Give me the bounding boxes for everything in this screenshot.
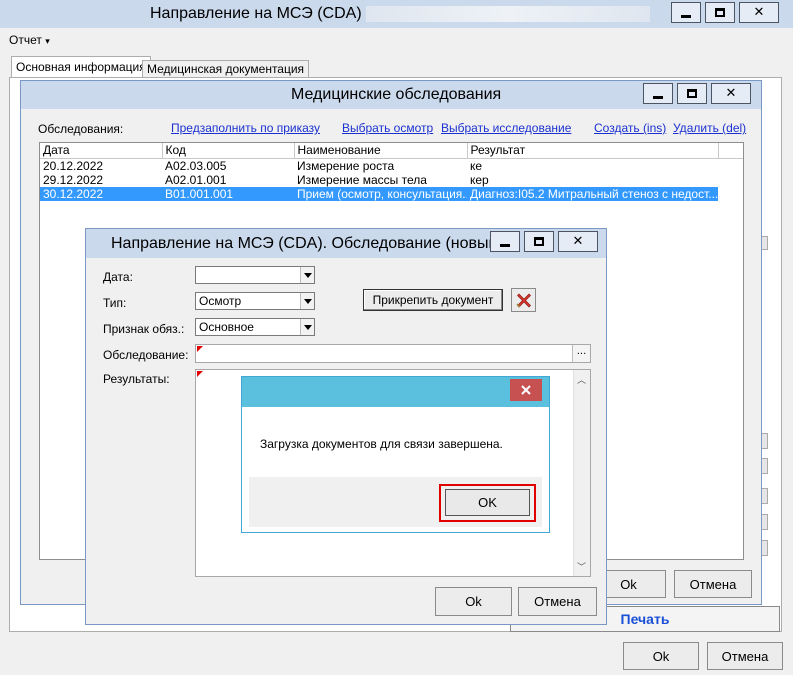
required-marker xyxy=(197,346,203,352)
close-icon: ✕ xyxy=(725,86,737,101)
message-box-close-button[interactable] xyxy=(510,379,542,401)
message-ok-button[interactable]: OK xyxy=(445,489,530,516)
dialog-cancel-button[interactable]: Отмена xyxy=(518,587,597,616)
cell-result: ке xyxy=(470,158,483,173)
cell-name: Измерение массы тела xyxy=(297,172,427,187)
exam-field[interactable]: ... xyxy=(195,344,591,363)
scroll-up-icon[interactable]: ︿ xyxy=(577,373,586,386)
exam-dialog-titlebar: Направление на МСЭ (CDA). Обследование (… xyxy=(86,229,606,258)
cell-date: 30.12.2022 xyxy=(40,186,162,201)
column-header-result[interactable]: Результат xyxy=(467,143,719,159)
main-cancel-button[interactable]: Отмена xyxy=(707,642,783,670)
maximize-icon xyxy=(715,8,725,17)
results-label: Результаты: xyxy=(103,372,170,386)
remove-attachment-button[interactable] xyxy=(511,288,536,312)
exams-minimize-button[interactable] xyxy=(643,83,673,104)
tab-main-info[interactable]: Основная информация xyxy=(11,56,151,78)
close-icon xyxy=(521,385,531,395)
dialog-ok-button[interactable]: Ok xyxy=(435,587,512,616)
dialog-maximize-button[interactable] xyxy=(524,231,554,252)
required-label: Признак обяз.: xyxy=(103,322,185,336)
maximize-icon xyxy=(534,237,544,246)
column-header-date[interactable]: Дата xyxy=(40,143,163,159)
main-minimize-button[interactable] xyxy=(671,2,701,23)
choose-exam-link[interactable]: Выбрать осмотр xyxy=(342,121,433,135)
main-maximize-button[interactable] xyxy=(705,2,735,23)
type-combo[interactable]: Осмотр xyxy=(195,292,315,310)
cell-code: A02.01.001 xyxy=(165,172,227,187)
tab-medical-docs[interactable]: Медицинская документация xyxy=(142,60,310,78)
chevron-down-icon xyxy=(300,267,314,283)
create-link[interactable]: Создать (ins) xyxy=(594,121,666,135)
choose-study-link[interactable]: Выбрать исследование xyxy=(441,121,571,135)
maximize-icon xyxy=(687,89,697,98)
column-header-code[interactable]: Код xyxy=(162,143,295,159)
delete-link[interactable]: Удалить (del) xyxy=(673,121,746,135)
close-icon: ✕ xyxy=(753,5,765,20)
exams-maximize-button[interactable] xyxy=(677,83,707,104)
cell-date: 29.12.2022 xyxy=(43,172,104,187)
dialog-minimize-button[interactable] xyxy=(490,231,520,252)
close-icon: ✕ xyxy=(572,234,584,249)
main-ok-button[interactable]: Ok xyxy=(623,642,699,670)
chevron-down-icon xyxy=(300,319,314,335)
required-combo[interactable]: Основное xyxy=(195,318,315,336)
menu-report[interactable]: Отчет ▾ xyxy=(9,33,50,47)
cell-code: A02.03.005 xyxy=(165,158,227,173)
redacted-patient-name xyxy=(366,6,650,22)
results-scrollbar[interactable]: ︿ ﹀ xyxy=(573,370,590,576)
date-combo[interactable] xyxy=(195,266,315,284)
attach-document-button[interactable]: Прикрепить документ xyxy=(363,289,503,311)
cell-filler xyxy=(718,158,743,173)
minimize-icon xyxy=(681,14,691,18)
cell-filler xyxy=(718,186,743,201)
dropdown-arrow-icon: ▾ xyxy=(45,36,50,46)
table-row[interactable]: 20.12.2022 A02.03.005 Измерение роста ке xyxy=(40,158,743,173)
date-label: Дата: xyxy=(103,270,133,284)
exam-dialog-title: Направление на МСЭ (CDA). Обследование (… xyxy=(111,235,503,252)
exams-cancel-button[interactable]: Отмена xyxy=(674,570,752,598)
cell-date: 20.12.2022 xyxy=(43,158,104,173)
scroll-down-icon[interactable]: ﹀ xyxy=(577,560,586,573)
dialog-close-button[interactable]: ✕ xyxy=(558,231,598,252)
exams-close-button[interactable]: ✕ xyxy=(711,83,751,104)
message-text: Загрузка документов для связи завершена. xyxy=(260,437,503,451)
required-marker xyxy=(197,371,203,377)
delete-x-icon xyxy=(515,293,531,308)
table-row[interactable]: 29.12.2022 A02.01.001 Измерение массы те… xyxy=(40,173,743,187)
cell-result: Диагноз:I05.2 Митральный стеноз с недост… xyxy=(467,186,718,201)
exams-title: Медицинские обследования xyxy=(291,86,502,103)
main-titlebar: Направление на МСЭ (CDA) - ✕ xyxy=(0,0,793,28)
type-label: Тип: xyxy=(103,296,127,310)
main-close-button[interactable]: ✕ xyxy=(739,2,779,23)
column-header-name[interactable]: Наименование xyxy=(294,143,468,159)
exam-browse-button[interactable]: ... xyxy=(572,345,590,362)
prefill-link[interactable]: Предзаполнить по приказу xyxy=(171,121,320,135)
minimize-icon xyxy=(653,95,663,99)
table-row-selected[interactable]: 30.12.2022 B01.001.001 Прием (осмотр, ко… xyxy=(40,186,743,201)
cell-name: Прием (осмотр, консультация... xyxy=(294,186,467,201)
main-title: Направление на МСЭ (CDA) - xyxy=(150,5,372,22)
exam-label: Обследование: xyxy=(103,348,189,362)
cell-code: B01.001.001 xyxy=(162,186,294,201)
cell-result: кер xyxy=(470,172,489,187)
cell-filler xyxy=(718,173,743,187)
cell-name: Измерение роста xyxy=(297,158,395,173)
minimize-icon xyxy=(500,243,510,247)
message-box: Загрузка документов для связи завершена.… xyxy=(241,376,550,533)
message-box-titlebar xyxy=(242,377,549,407)
column-header-filler xyxy=(718,143,743,159)
exams-titlebar: Медицинские обследования ✕ xyxy=(21,81,761,109)
chevron-down-icon xyxy=(300,293,314,309)
exams-label: Обследования: xyxy=(38,122,124,136)
